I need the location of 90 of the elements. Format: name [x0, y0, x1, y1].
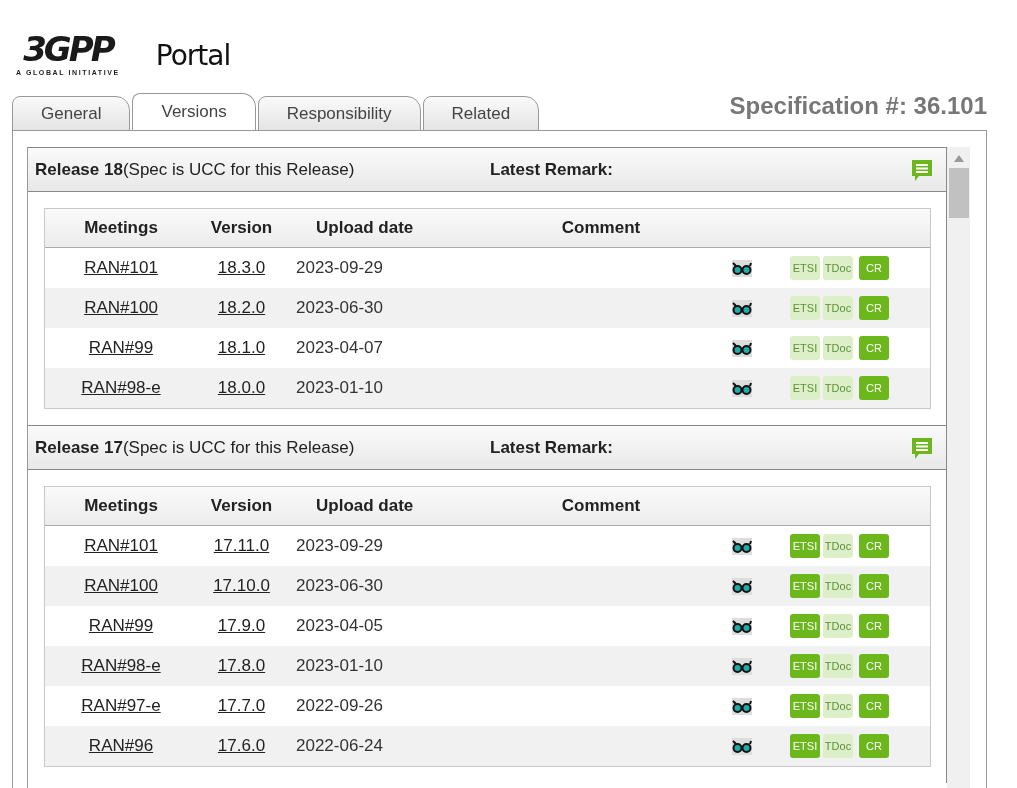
version-link[interactable]: 18.0.0: [217, 378, 266, 398]
link-button[interactable]: ETSI: [790, 694, 820, 718]
link-button[interactable]: TDoc: [823, 734, 853, 758]
portal-title: Portal: [155, 39, 231, 72]
version-link[interactable]: 17.7.0: [217, 696, 266, 716]
link-button[interactable]: CR: [859, 654, 889, 678]
link-button[interactable]: ETSI: [790, 574, 820, 598]
upload-date: 2023-09-29: [295, 258, 384, 278]
link-button[interactable]: TDoc: [823, 694, 853, 718]
column-header: Comment: [560, 496, 642, 516]
link-button[interactable]: CR: [859, 376, 889, 400]
meeting-link[interactable]: RAN#100: [84, 576, 158, 596]
link-button[interactable]: ETSI: [790, 336, 820, 360]
link-button[interactable]: ETSI: [790, 376, 820, 400]
glasses-icon[interactable]: [731, 695, 753, 717]
release-title: Release 17(Spec is UCC for this Release): [35, 437, 356, 458]
link-button[interactable]: ETSI: [790, 256, 820, 280]
glasses-icon[interactable]: [731, 377, 753, 399]
upload-date: 2022-06-24: [295, 736, 384, 756]
glasses-icon[interactable]: [731, 297, 753, 319]
link-button[interactable]: TDoc: [823, 336, 853, 360]
meeting-link[interactable]: RAN#100: [84, 298, 158, 318]
link-button[interactable]: TDoc: [823, 614, 853, 638]
upload-date: 2023-04-05: [295, 616, 384, 636]
link-button[interactable]: TDoc: [823, 574, 853, 598]
link-button[interactable]: CR: [859, 694, 889, 718]
upload-date: 2023-06-30: [295, 298, 384, 318]
link-button[interactable]: CR: [859, 614, 889, 638]
tab[interactable]: Related: [422, 96, 540, 131]
link-button[interactable]: CR: [859, 534, 889, 558]
upload-date: 2022-09-26: [295, 696, 384, 716]
link-button[interactable]: TDoc: [823, 376, 853, 400]
version-link[interactable]: 17.11.0: [213, 536, 270, 556]
link-button[interactable]: ETSI: [790, 654, 820, 678]
latest-remark-label: Latest Remark:: [490, 437, 613, 458]
link-button[interactable]: CR: [859, 296, 889, 320]
version-link[interactable]: 18.1.0: [217, 338, 266, 358]
version-link[interactable]: 17.6.0: [217, 736, 266, 756]
link-button[interactable]: ETSI: [790, 296, 820, 320]
version-link[interactable]: 18.2.0: [217, 298, 266, 318]
column-header: Version: [209, 218, 274, 238]
latest-remark-label: Latest Remark:: [490, 159, 613, 180]
column-header: Meetings: [83, 496, 159, 516]
meeting-link[interactable]: RAN#101: [84, 536, 158, 556]
glasses-icon[interactable]: [731, 615, 753, 637]
meeting-link[interactable]: RAN#96: [88, 736, 154, 756]
release-title: Release 18(Spec is UCC for this Release): [35, 159, 356, 180]
link-button[interactable]: CR: [859, 256, 889, 280]
tab[interactable]: Responsibility: [257, 96, 421, 131]
column-header: Upload date: [315, 218, 415, 238]
link-button[interactable]: ETSI: [790, 734, 820, 758]
upload-date: 2023-06-30: [295, 576, 384, 596]
version-link[interactable]: 17.8.0: [217, 656, 266, 676]
link-button[interactable]: ETSI: [790, 614, 820, 638]
version-link[interactable]: 18.3.0: [217, 258, 266, 278]
meeting-link[interactable]: RAN#97-e: [81, 696, 161, 716]
link-button[interactable]: CR: [859, 734, 889, 758]
meeting-link[interactable]: RAN#99: [88, 338, 154, 358]
upload-date: 2023-01-10: [295, 656, 384, 676]
upload-date: 2023-04-07: [295, 338, 384, 358]
version-link[interactable]: 17.9.0: [217, 616, 266, 636]
link-button[interactable]: TDoc: [823, 256, 853, 280]
link-button[interactable]: TDoc: [823, 534, 853, 558]
tab[interactable]: Versions: [132, 93, 256, 131]
specification-title: Specification #: 36.101: [729, 92, 987, 121]
link-button[interactable]: TDoc: [823, 654, 853, 678]
meeting-link[interactable]: RAN#98-e: [81, 378, 161, 398]
column-header: Meetings: [83, 218, 159, 238]
scrollbar-thumb[interactable]: [948, 168, 969, 218]
meeting-link[interactable]: RAN#98-e: [81, 656, 161, 676]
column-header: Upload date: [315, 496, 415, 516]
version-link[interactable]: 17.10.0: [213, 576, 270, 596]
link-button[interactable]: ETSI: [790, 534, 820, 558]
meeting-link[interactable]: RAN#99: [88, 616, 154, 636]
glasses-icon[interactable]: [731, 735, 753, 757]
scrollbar[interactable]: [947, 147, 970, 788]
link-button[interactable]: CR: [859, 336, 889, 360]
meeting-link[interactable]: RAN#101: [84, 258, 158, 278]
link-button[interactable]: CR: [859, 574, 889, 598]
link-button[interactable]: TDoc: [823, 296, 853, 320]
tab[interactable]: General: [12, 96, 131, 131]
upload-date: 2023-01-10: [295, 378, 384, 398]
column-header: Comment: [560, 218, 642, 238]
glasses-icon[interactable]: [731, 575, 753, 597]
glasses-icon[interactable]: [731, 257, 753, 279]
column-header: Version: [209, 496, 274, 516]
glasses-icon[interactable]: [731, 655, 753, 677]
glasses-icon[interactable]: [731, 337, 753, 359]
glasses-icon[interactable]: [731, 535, 753, 557]
upload-date: 2023-09-29: [295, 536, 384, 556]
